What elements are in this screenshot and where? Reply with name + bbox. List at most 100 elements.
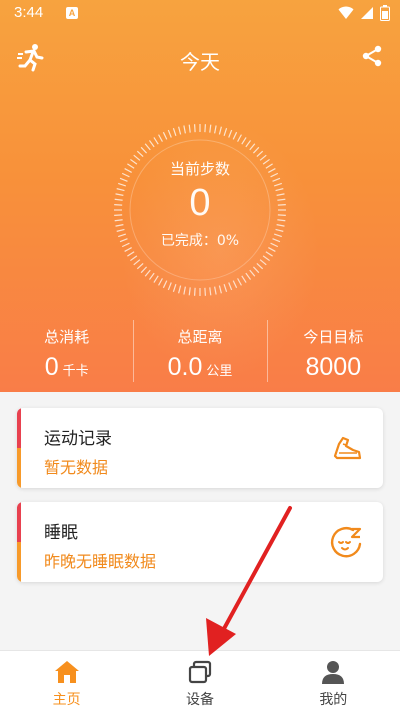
dial-tick bbox=[249, 269, 256, 277]
share-icon[interactable] bbox=[360, 44, 384, 68]
dial-tick bbox=[130, 158, 138, 165]
stat-value: 0.0 bbox=[167, 353, 203, 381]
dial-tick bbox=[194, 287, 196, 296]
exercise-record-card[interactable]: 运动记录 暂无数据 bbox=[17, 408, 383, 488]
dial-tick bbox=[218, 126, 222, 135]
card-title: 运动记录 bbox=[44, 429, 112, 449]
dial-tick bbox=[183, 125, 186, 134]
top-bar: 今天 bbox=[0, 28, 400, 88]
dial-tick bbox=[204, 124, 206, 133]
dial-tick bbox=[268, 168, 276, 173]
dial-tick bbox=[256, 262, 264, 270]
dial-tick bbox=[124, 168, 132, 173]
signal-icon bbox=[361, 7, 373, 19]
dial-tick bbox=[228, 129, 233, 138]
dial-tick bbox=[245, 140, 252, 148]
dial-tick bbox=[140, 146, 148, 154]
nav-profile[interactable]: 我的 bbox=[267, 651, 400, 712]
dial-tick bbox=[275, 188, 284, 192]
home-icon bbox=[54, 661, 79, 683]
dial-tick bbox=[259, 259, 267, 266]
dial-tick bbox=[228, 282, 233, 291]
notification-icon: A bbox=[66, 7, 78, 19]
dial-tick bbox=[268, 247, 276, 252]
stats-row: 总消耗 0 千卡 总距离 0.0 公里 今日目标 8000 bbox=[0, 318, 400, 388]
dial-tick bbox=[218, 285, 222, 294]
sleep-face-icon bbox=[330, 527, 362, 558]
dial-tick bbox=[256, 150, 264, 158]
dial-tick bbox=[270, 172, 279, 178]
dial-tick bbox=[144, 269, 151, 277]
dial-tick bbox=[265, 251, 273, 257]
battery-icon bbox=[380, 5, 390, 21]
dial-tick bbox=[127, 251, 135, 257]
dial-tick bbox=[249, 143, 256, 151]
dial-tick bbox=[273, 233, 282, 238]
dial-tick bbox=[130, 255, 138, 262]
dial-tick bbox=[272, 177, 281, 182]
stat-distance: 总距离 0.0 公里 bbox=[133, 318, 266, 388]
dial-tick bbox=[124, 247, 132, 252]
dial-tick bbox=[136, 262, 144, 270]
bottom-nav: 主页 设备 我的 bbox=[0, 650, 400, 712]
dial-tick bbox=[148, 140, 155, 148]
dial-tick bbox=[277, 214, 286, 216]
stat-label: 总距离 bbox=[177, 328, 223, 346]
status-icons bbox=[338, 5, 390, 21]
dial-tick bbox=[133, 259, 141, 266]
dial-tick bbox=[262, 158, 270, 165]
dial-tick bbox=[270, 242, 279, 248]
dial-tick bbox=[118, 182, 127, 187]
wifi-icon bbox=[338, 6, 354, 19]
dial-tick bbox=[204, 287, 206, 296]
dial-tick bbox=[178, 285, 182, 294]
dial-tick bbox=[277, 204, 286, 206]
profile-icon bbox=[322, 661, 345, 684]
dial-tick bbox=[259, 154, 267, 161]
dial-tick bbox=[167, 282, 172, 291]
card-title: 睡眠 bbox=[44, 523, 78, 543]
status-time: 3:44 bbox=[14, 4, 44, 21]
stat-unit: 千卡 bbox=[62, 364, 89, 379]
dial-tick bbox=[158, 278, 163, 286]
dial-tick bbox=[127, 163, 135, 169]
dial-tick bbox=[237, 278, 242, 286]
step-display: 当前步数 0 已完成：0% bbox=[112, 122, 288, 298]
status-bar: 3:44 A bbox=[0, 0, 400, 28]
dial-tick bbox=[140, 266, 148, 274]
dial-tick bbox=[188, 124, 191, 133]
dial-tick bbox=[133, 154, 141, 161]
stat-goal[interactable]: 今日目标 8000 bbox=[266, 318, 400, 388]
dial-tick bbox=[214, 125, 217, 134]
running-shoe-icon bbox=[333, 436, 362, 460]
dial-tick bbox=[119, 177, 128, 182]
stat-unit: 公里 bbox=[206, 364, 233, 379]
completion-text: 已完成：0% bbox=[160, 233, 240, 249]
dial-tick bbox=[188, 287, 191, 296]
dial-tick bbox=[148, 272, 155, 280]
dial-tick bbox=[223, 128, 228, 137]
dial-tick bbox=[144, 143, 151, 151]
dial-tick bbox=[121, 242, 130, 248]
nav-home[interactable]: 主页 bbox=[0, 651, 133, 712]
dial-tick bbox=[223, 283, 228, 292]
dial-tick bbox=[209, 287, 212, 296]
card-subtitle: 暂无数据 bbox=[44, 458, 109, 477]
dial-tick bbox=[209, 124, 212, 133]
dial-tick bbox=[276, 193, 285, 196]
dial-tick bbox=[245, 272, 252, 280]
stat-value: 8000 bbox=[305, 353, 362, 381]
dial-tick bbox=[172, 283, 177, 292]
nav-device[interactable]: 设备 bbox=[133, 651, 266, 712]
dial-tick bbox=[172, 128, 177, 137]
nav-label: 我的 bbox=[319, 692, 348, 708]
dial-tick bbox=[118, 233, 127, 238]
dial-tick bbox=[241, 275, 247, 283]
stat-value: 0 bbox=[44, 353, 59, 381]
dial-inner-ring bbox=[129, 139, 271, 281]
sleep-card[interactable]: 睡眠 昨晚无睡眠数据 bbox=[17, 502, 383, 582]
step-progress-dial bbox=[114, 124, 286, 296]
dial-tick bbox=[153, 137, 159, 145]
dial-tick bbox=[272, 238, 281, 243]
dial-tick bbox=[241, 137, 247, 145]
